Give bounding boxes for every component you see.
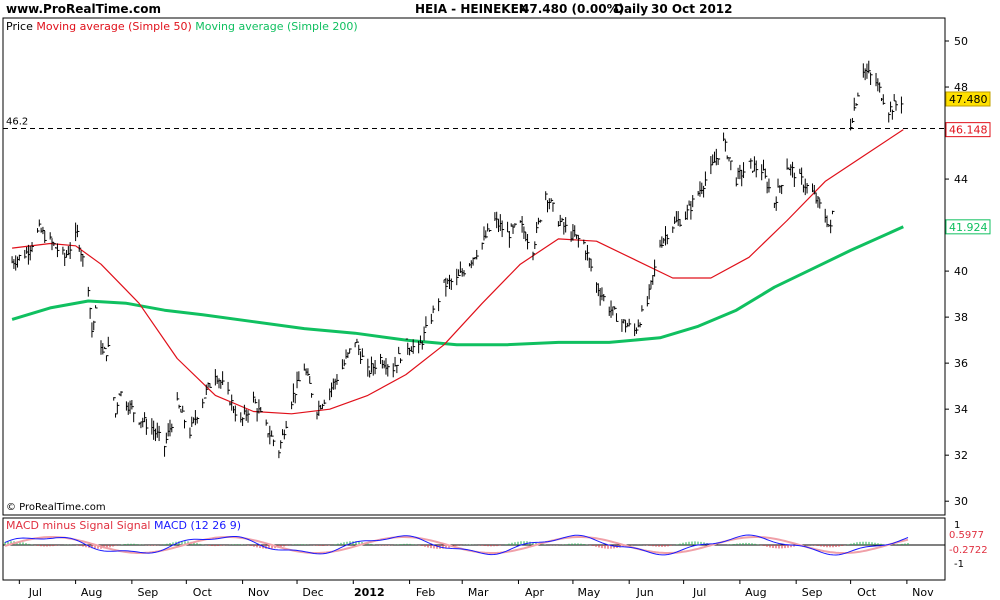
macd-tick-bottom: -1	[954, 559, 964, 570]
x-tick-label: Apr	[525, 586, 545, 599]
x-tick-label: Mar	[468, 586, 489, 599]
y-tick-label: 44	[954, 173, 968, 186]
y-tick-label: 50	[954, 35, 968, 48]
reference-line-label: 46.2	[6, 116, 28, 127]
y-tick-label: 38	[954, 311, 968, 324]
x-tick-label: Jul	[28, 586, 42, 599]
x-tick-label: Feb	[416, 586, 435, 599]
tag-macd: 0.5977	[949, 530, 984, 541]
x-tick-label: Jun	[636, 586, 654, 599]
y-tick-label: 32	[954, 449, 968, 462]
tag-ma50: 46.148	[949, 124, 988, 137]
x-tick-label: May	[578, 586, 601, 599]
y-tick-label: 36	[954, 357, 968, 370]
y-tick-label: 30	[954, 495, 968, 508]
x-tick-label: Sep	[802, 586, 823, 599]
x-tick-label: Aug	[745, 586, 766, 599]
x-tick-label: Dec	[302, 586, 323, 599]
tag-last-price: 47.480	[949, 93, 988, 106]
price-panel-frame	[2, 17, 946, 516]
x-tick-label: Nov	[248, 586, 270, 599]
macd-panel-frame	[2, 517, 946, 581]
x-tick-label: Aug	[81, 586, 102, 599]
tag-signal: -0.2722	[949, 545, 988, 556]
x-tick-label: Sep	[137, 586, 158, 599]
series-ma50-line	[12, 129, 904, 415]
y-tick-label: 40	[954, 265, 968, 278]
x-tick-label: Oct	[193, 586, 213, 599]
x-tick-label: Jul	[692, 586, 706, 599]
y-tick-label: 34	[954, 403, 968, 416]
x-tick-label: Oct	[857, 586, 877, 599]
x-tick-label: 2012	[354, 586, 385, 599]
series-ma200-line	[11, 225, 904, 347]
x-tick-label: Nov	[912, 586, 934, 599]
tag-ma200: 41.924	[949, 221, 988, 234]
price-chart[interactable]: 3032343638404244464850JulAugSepOctNovDec…	[0, 0, 1000, 600]
